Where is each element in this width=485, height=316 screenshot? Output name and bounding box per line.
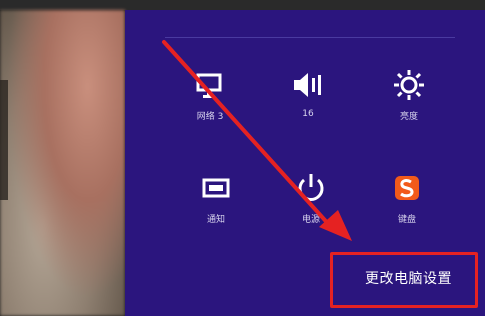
quick-setting-label: 键盘 [397, 215, 416, 225]
network-icon [170, 65, 250, 105]
quick-setting-label: 16 [302, 109, 314, 119]
quick-setting-keyboard[interactable]: 键盘 [367, 168, 447, 225]
volume-icon [268, 65, 348, 105]
quick-setting-label: 电源 [301, 215, 320, 225]
quick-setting-volume[interactable]: 16 [268, 65, 348, 119]
quick-setting-label: 通知 [206, 215, 225, 225]
brightness-icon [369, 65, 449, 105]
keyboard-ime-icon [367, 168, 447, 208]
quick-setting-label: 亮度 [399, 112, 418, 122]
charm-divider [165, 37, 455, 38]
quick-setting-network[interactable]: 网络 3 [170, 65, 250, 122]
background-shadow [0, 80, 8, 200]
quick-setting-brightness[interactable]: 亮度 [369, 65, 449, 122]
quick-setting-power[interactable]: 电源 [271, 168, 351, 225]
power-icon [271, 168, 351, 208]
highlight-box-annotation [330, 252, 478, 308]
quick-setting-notifications[interactable]: 通知 [176, 168, 256, 225]
desktop-background-photo [0, 10, 125, 316]
notifications-icon [176, 168, 256, 208]
window-top-bar [0, 0, 485, 10]
quick-setting-label: 网络 3 [196, 112, 224, 122]
